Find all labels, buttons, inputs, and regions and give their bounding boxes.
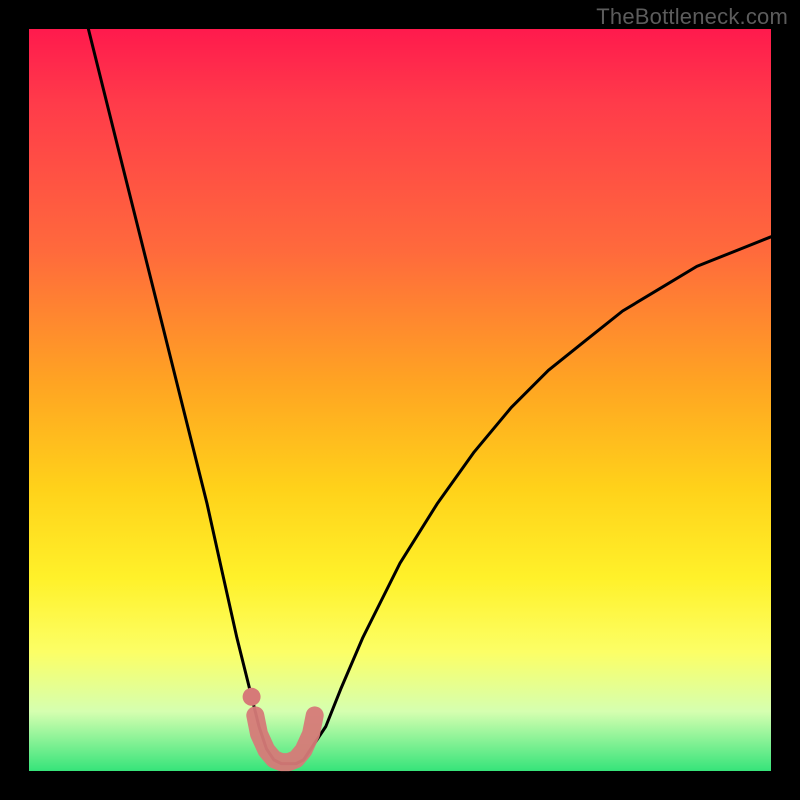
chart-frame: TheBottleneck.com xyxy=(0,0,800,800)
watermark-text: TheBottleneck.com xyxy=(596,4,788,30)
curve-layer xyxy=(29,29,771,771)
plot-area xyxy=(29,29,771,771)
